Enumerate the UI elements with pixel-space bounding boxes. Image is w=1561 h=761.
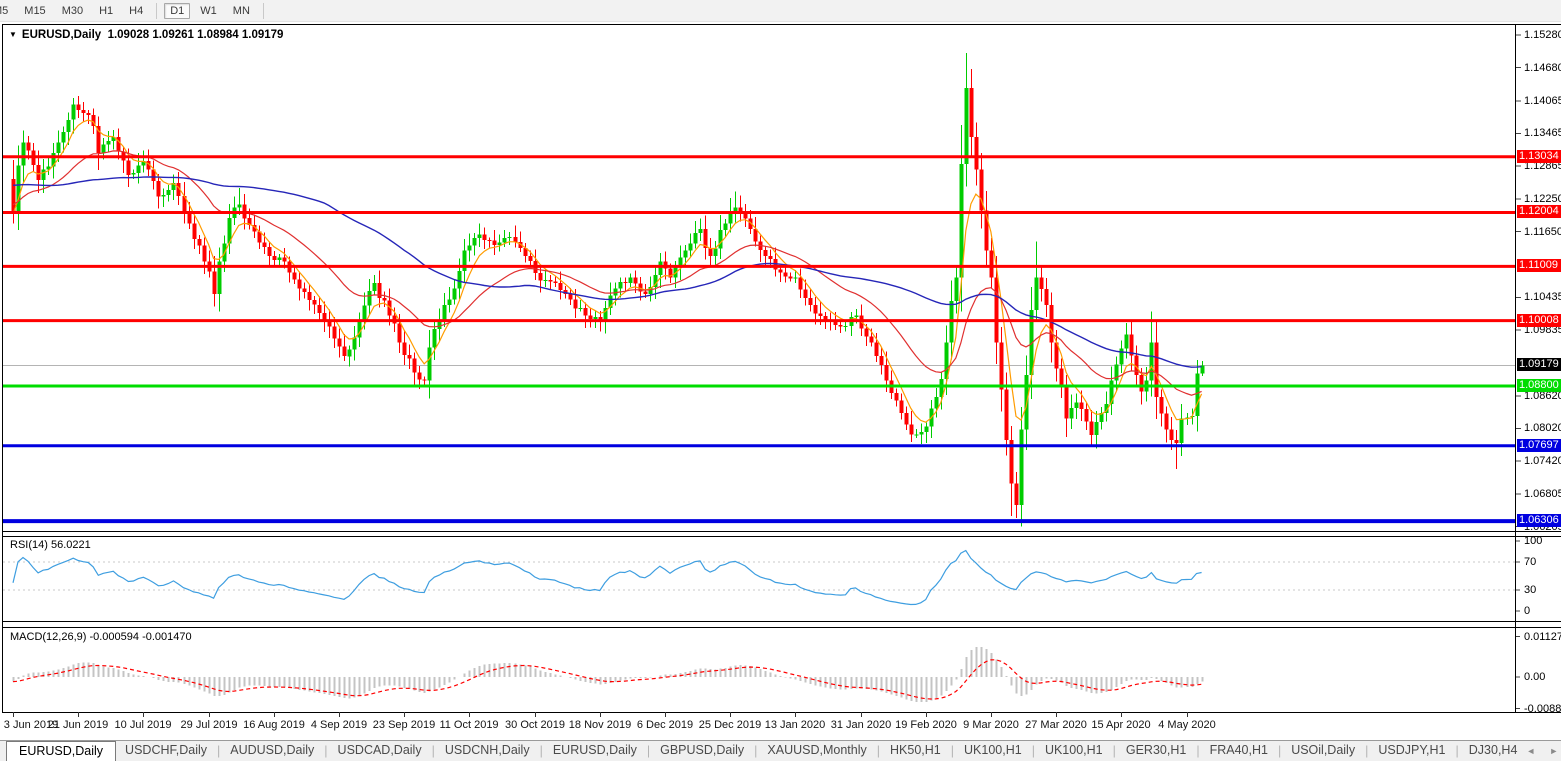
timeframe-button-m30[interactable]: M30 [56,3,89,19]
chart-tab-fra40-h1[interactable]: FRA40,H1 [1201,741,1277,761]
date-axis-label: 31 Jan 2020 [830,719,892,731]
chart-tab-usoil-daily[interactable]: USOil,Daily [1282,741,1364,761]
symbol-dropdown-icon[interactable]: ▼ [9,30,17,39]
toolbar-separator [156,2,158,19]
tab-scroll-right-icon[interactable]: ► [1549,746,1558,756]
rsi-axis-tick: 30 [1524,584,1537,596]
price-axis-tick: 1.06805 [1524,488,1561,501]
mt4-window: { "toolbar": { "timeframes": ["M5", "M15… [0,0,1561,761]
date-axis-label: 4 May 2020 [1158,719,1216,731]
timeframe-button-m5[interactable]: M5 [0,3,14,19]
chart-tab-eurusd-daily[interactable]: EURUSD,Daily [6,741,117,761]
rsi-axis-tick: 70 [1524,556,1537,568]
date-axis-label: 10 Jul 2019 [114,719,172,731]
chart-tab-gbpusd-daily[interactable]: GBPUSD,Daily [651,741,753,761]
date-axis-label: 11 Oct 2019 [439,719,499,731]
date-axis-label: 13 Jan 2020 [764,719,826,731]
timeframe-toolbar: M5M15 M30H1H4 D1W1MN [0,0,1561,22]
date-axis-label: 16 Aug 2019 [243,719,305,731]
date-axis-label: 23 Sep 2019 [372,719,436,731]
date-axis-label: 9 Mar 2020 [963,719,1019,731]
macd-axis-tick: -0.008845 [1524,702,1561,715]
price-axis-tick: 1.07420 [1524,454,1561,467]
chart-tab-ger30-h1[interactable]: GER30,H1 [1117,741,1195,761]
chart-tab-usdcad-daily[interactable]: USDCAD,Daily [329,741,431,761]
date-axis-label: 25 Dec 2019 [698,719,762,731]
timeframe-button-d1[interactable]: D1 [164,2,191,19]
level-price-label: 1.13034 [1517,149,1561,163]
rsi-indicator-label: RSI(14) 56.0221 [10,539,91,551]
rsi-axis-tick: 100 [1524,535,1543,547]
chart-tab-bar: EURUSD,Daily USDCHF,Daily | AUDUSD,Daily | US… [0,740,1561,761]
level-price-label: 1.10008 [1517,313,1561,327]
timeframe-button-h4[interactable]: H4 [123,3,149,19]
date-axis-label: 6 Dec 2019 [636,719,694,731]
chart-tab-usdcnh-daily[interactable]: USDCNH,Daily [436,741,539,761]
chart-tab-uk100-h1[interactable]: UK100,H1 [955,741,1031,761]
tab-scroll-nav: ◄ ► [1526,746,1558,756]
level-price-label: 1.06306 [1517,514,1561,528]
level-price-label: 1.12004 [1517,205,1561,219]
chart-canvas[interactable] [0,0,1561,740]
timeframe-button-h1[interactable]: H1 [93,3,119,19]
level-price-label: 1.08800 [1517,379,1561,393]
date-axis-label: 21 Jun 2019 [47,719,109,731]
price-axis-tick: 1.15280 [1524,29,1561,41]
macd-axis-tick: 0.011277 [1524,630,1561,643]
price-axis-tick: 1.08020 [1524,422,1561,435]
timeframe-button-w1[interactable]: W1 [194,3,223,19]
level-price-label: 1.07697 [1517,438,1561,452]
chart-tab-uk100-h1[interactable]: UK100,H1 [1036,741,1112,761]
toolbar-separator [262,2,264,19]
price-axis-tick: 1.10435 [1524,291,1561,304]
timeframe-button-m15[interactable]: M15 [18,3,51,19]
macd-indicator-label: MACD(12,26,9) -0.000594 -0.001470 [10,631,192,643]
chart-tab-dj30-h4[interactable]: DJ30,H4 [1460,741,1527,761]
date-axis-label: 27 Mar 2020 [1025,719,1087,731]
chart-title: ▼ EURUSD,Daily 1.09028 1.09261 1.08984 1.… [9,29,283,41]
rsi-axis-tick: 0 [1524,605,1531,617]
chart-tab-xauusd-monthly[interactable]: XAUUSD,Monthly [758,741,875,761]
tab-scroll-left-icon[interactable]: ◄ [1526,746,1535,756]
date-axis-label: 18 Nov 2019 [568,719,632,731]
chart-symbol-period: EURUSD,Daily [21,29,102,41]
chart-tab-usdchf-daily[interactable]: USDCHF,Daily [116,741,216,761]
timeframe-button-mn[interactable]: MN [227,3,256,19]
chart-tab-hk50-h1[interactable]: HK50,H1 [881,741,950,761]
macd-axis-tick: 0.00 [1524,671,1546,683]
price-axis-tick: 1.12250 [1524,193,1561,206]
chart-tab-usdjpy-h1[interactable]: USDJPY,H1 [1369,741,1454,761]
current-price-label: 1.09179 [1517,358,1561,372]
chart-tab-audusd-daily[interactable]: AUDUSD,Daily [221,741,323,761]
chart-tab-eurusd-daily[interactable]: EURUSD,Daily [544,741,646,761]
date-axis-label: 29 Jul 2019 [180,719,238,731]
price-axis-tick: 1.14680 [1524,61,1561,74]
price-axis-tick: 1.11650 [1524,225,1561,238]
price-axis-tick: 1.14065 [1524,94,1561,107]
date-axis-label: 19 Feb 2020 [895,719,957,731]
date-axis-label: 4 Sep 2019 [310,719,368,731]
level-price-label: 1.11009 [1517,259,1561,273]
date-axis-label: 15 Apr 2020 [1091,719,1151,731]
price-axis-tick: 1.13465 [1524,127,1561,140]
chart-ohlc-values: 1.09028 1.09261 1.08984 1.09179 [107,29,284,41]
date-axis-label: 30 Oct 2019 [505,719,565,731]
